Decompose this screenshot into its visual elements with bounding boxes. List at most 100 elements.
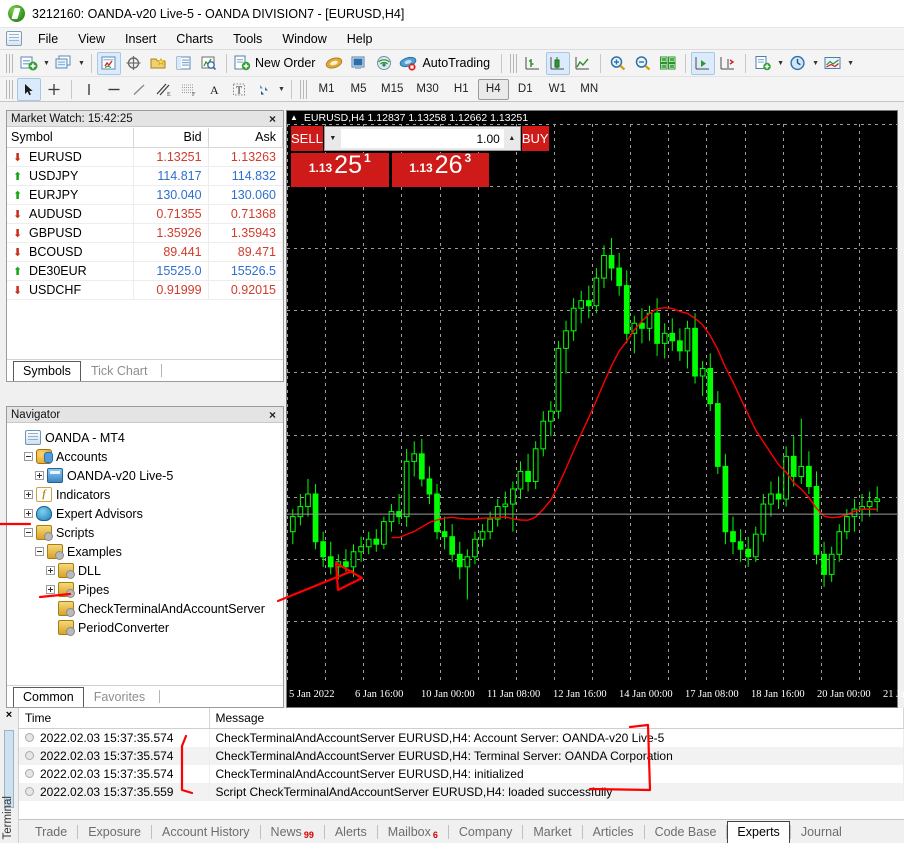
table-row[interactable]: ⬇ USDCHF 0.91999 0.92015 <box>7 280 283 300</box>
chevron-up-icon[interactable]: ▲ <box>504 135 520 142</box>
buy-price-button[interactable]: 1.13 26 3 <box>391 151 489 187</box>
timeframe-m5[interactable]: M5 <box>343 79 374 100</box>
column-symbol[interactable]: Symbol <box>7 128 135 148</box>
sell-button[interactable]: SELL <box>291 126 323 151</box>
timeframe-toolbar-grip[interactable] <box>300 79 307 99</box>
new-order-button[interactable]: New Order <box>232 52 321 75</box>
trendline-icon[interactable] <box>127 78 151 101</box>
tree-node[interactable]: CheckTerminalAndAccountServer <box>13 599 283 618</box>
expand-icon[interactable] <box>24 509 33 518</box>
zoom-in-icon[interactable] <box>606 52 630 75</box>
terminal-tab-experts[interactable]: Experts <box>727 821 790 843</box>
new-chart-dropdown-icon[interactable]: ▼ <box>42 52 51 74</box>
new-chart-icon[interactable] <box>17 52 41 75</box>
text-icon[interactable]: A <box>202 78 226 101</box>
tree-node[interactable]: DLL <box>13 561 283 580</box>
tree-node[interactable]: Accounts <box>13 447 283 466</box>
market-watch-icon[interactable] <box>97 51 121 75</box>
tree-node[interactable]: OANDA-v20 Live-5 <box>13 466 283 485</box>
timeframe-m1[interactable]: M1 <box>311 79 342 100</box>
bar-chart-icon[interactable] <box>521 52 545 75</box>
arrows-dropdown-icon[interactable]: ▼ <box>277 78 286 100</box>
terminal-tab-code-base[interactable]: Code Base <box>645 821 727 843</box>
tab-symbols[interactable]: Symbols <box>13 361 81 381</box>
log-row[interactable]: 2022.02.03 15:37:35.559 Script CheckTermi… <box>19 783 904 801</box>
terminal-tab-exposure[interactable]: Exposure <box>78 821 151 843</box>
table-row[interactable]: ⬇ EURUSD 1.13251 1.13263 <box>7 147 283 167</box>
column-message[interactable]: Message <box>209 708 904 729</box>
terminal-tab-news[interactable]: News 99 <box>261 821 324 843</box>
horizontal-line-icon[interactable] <box>102 78 126 101</box>
autoscroll-icon[interactable] <box>716 52 740 75</box>
arrows-icon[interactable] <box>252 78 276 101</box>
autotrading-button[interactable]: AutoTrading <box>397 52 496 75</box>
terminal-tab-mailbox[interactable]: Mailbox 6 <box>378 821 448 843</box>
dde-server-icon[interactable] <box>372 52 396 75</box>
candlestick-chart-icon[interactable] <box>546 51 571 75</box>
chart-restore-icon[interactable]: ▲ <box>290 113 298 122</box>
strategy-tester-icon[interactable] <box>197 52 221 75</box>
menu-help[interactable]: Help <box>338 30 382 48</box>
templates-dropdown-icon[interactable]: ▼ <box>776 52 785 74</box>
collapse-icon[interactable] <box>24 528 33 537</box>
timeframe-h4[interactable]: H4 <box>477 78 509 100</box>
tile-windows-icon[interactable] <box>656 52 680 75</box>
log-row[interactable]: 2022.02.03 15:37:35.574 CheckTerminalAndA… <box>19 765 904 783</box>
profiles-dropdown-icon[interactable]: ▼ <box>77 52 86 74</box>
chart-toolbar-grip[interactable] <box>510 53 518 73</box>
collapse-icon[interactable] <box>24 452 33 461</box>
menu-charts[interactable]: Charts <box>167 30 222 48</box>
crosshair-icon[interactable] <box>42 78 66 101</box>
tab-common[interactable]: Common <box>13 687 84 707</box>
log-row[interactable]: 2022.02.03 15:37:35.574 CheckTerminalAndA… <box>19 728 904 747</box>
tree-node[interactable]: Scripts <box>13 523 283 542</box>
column-ask[interactable]: Ask <box>208 128 283 148</box>
chart-plot-area[interactable] <box>287 124 897 681</box>
templates-icon[interactable] <box>751 52 775 75</box>
terminal-tab-trade[interactable]: Trade <box>25 821 77 843</box>
text-label-icon[interactable]: T <box>227 78 251 101</box>
navigator-icon[interactable] <box>147 52 171 75</box>
timeframe-m15[interactable]: M15 <box>375 79 409 100</box>
menu-insert[interactable]: Insert <box>116 30 165 48</box>
collapse-icon[interactable] <box>35 547 44 556</box>
tree-node[interactable]: Examples <box>13 542 283 561</box>
tree-node[interactable]: Expert Advisors <box>13 504 283 523</box>
line-chart-icon[interactable] <box>571 52 595 75</box>
tree-node[interactable]: OANDA - MT4 <box>13 428 283 447</box>
volume-stepper[interactable]: ▼ ▲ <box>323 126 521 151</box>
close-icon[interactable]: × <box>266 112 279 126</box>
timeframe-w1[interactable]: W1 <box>542 79 573 100</box>
timeframe-m30[interactable]: M30 <box>410 79 444 100</box>
column-time[interactable]: Time <box>19 708 210 729</box>
expand-icon[interactable] <box>35 471 44 480</box>
menu-window[interactable]: Window <box>273 30 335 48</box>
tab-favorites[interactable]: Favorites <box>84 687 155 707</box>
terminal-tab-market[interactable]: Market <box>523 821 581 843</box>
equidistant-channel-icon[interactable]: E <box>152 78 176 101</box>
menu-tools[interactable]: Tools <box>224 30 271 48</box>
periodicity-dropdown-icon[interactable]: ▼ <box>811 52 820 74</box>
profiles-icon[interactable] <box>52 52 76 75</box>
timeframe-d1[interactable]: D1 <box>510 79 541 100</box>
expand-icon[interactable] <box>24 490 33 499</box>
periodicity-clock-icon[interactable] <box>786 52 810 75</box>
chart-shift-icon[interactable] <box>691 51 716 75</box>
chart-window[interactable]: ▲ EURUSD,H4 1.12837 1.13258 1.12662 1.13… <box>286 110 904 708</box>
terminal-tab-account-history[interactable]: Account History <box>152 821 260 843</box>
vertical-line-icon[interactable] <box>77 78 101 101</box>
close-icon[interactable]: × <box>266 408 279 422</box>
toolbar-grip[interactable] <box>6 53 13 73</box>
mql5-community-icon[interactable] <box>322 52 346 75</box>
close-icon[interactable]: × <box>0 708 18 721</box>
timeframe-h1[interactable]: H1 <box>446 79 477 100</box>
tree-node[interactable]: f Indicators <box>13 485 283 504</box>
terminal-tab-articles[interactable]: Articles <box>583 821 644 843</box>
sell-price-button[interactable]: 1.13 25 1 <box>291 151 389 187</box>
table-row[interactable]: ⬆ USDJPY 114.817 114.832 <box>7 166 283 186</box>
table-row[interactable]: ⬇ GBPUSD 1.35926 1.35943 <box>7 223 283 243</box>
zoom-out-icon[interactable] <box>631 52 655 75</box>
expand-icon[interactable] <box>46 585 55 594</box>
table-row[interactable]: ⬇ BCOUSD 89.441 89.471 <box>7 242 283 262</box>
table-row[interactable]: ⬇ AUDUSD 0.71355 0.71368 <box>7 204 283 224</box>
